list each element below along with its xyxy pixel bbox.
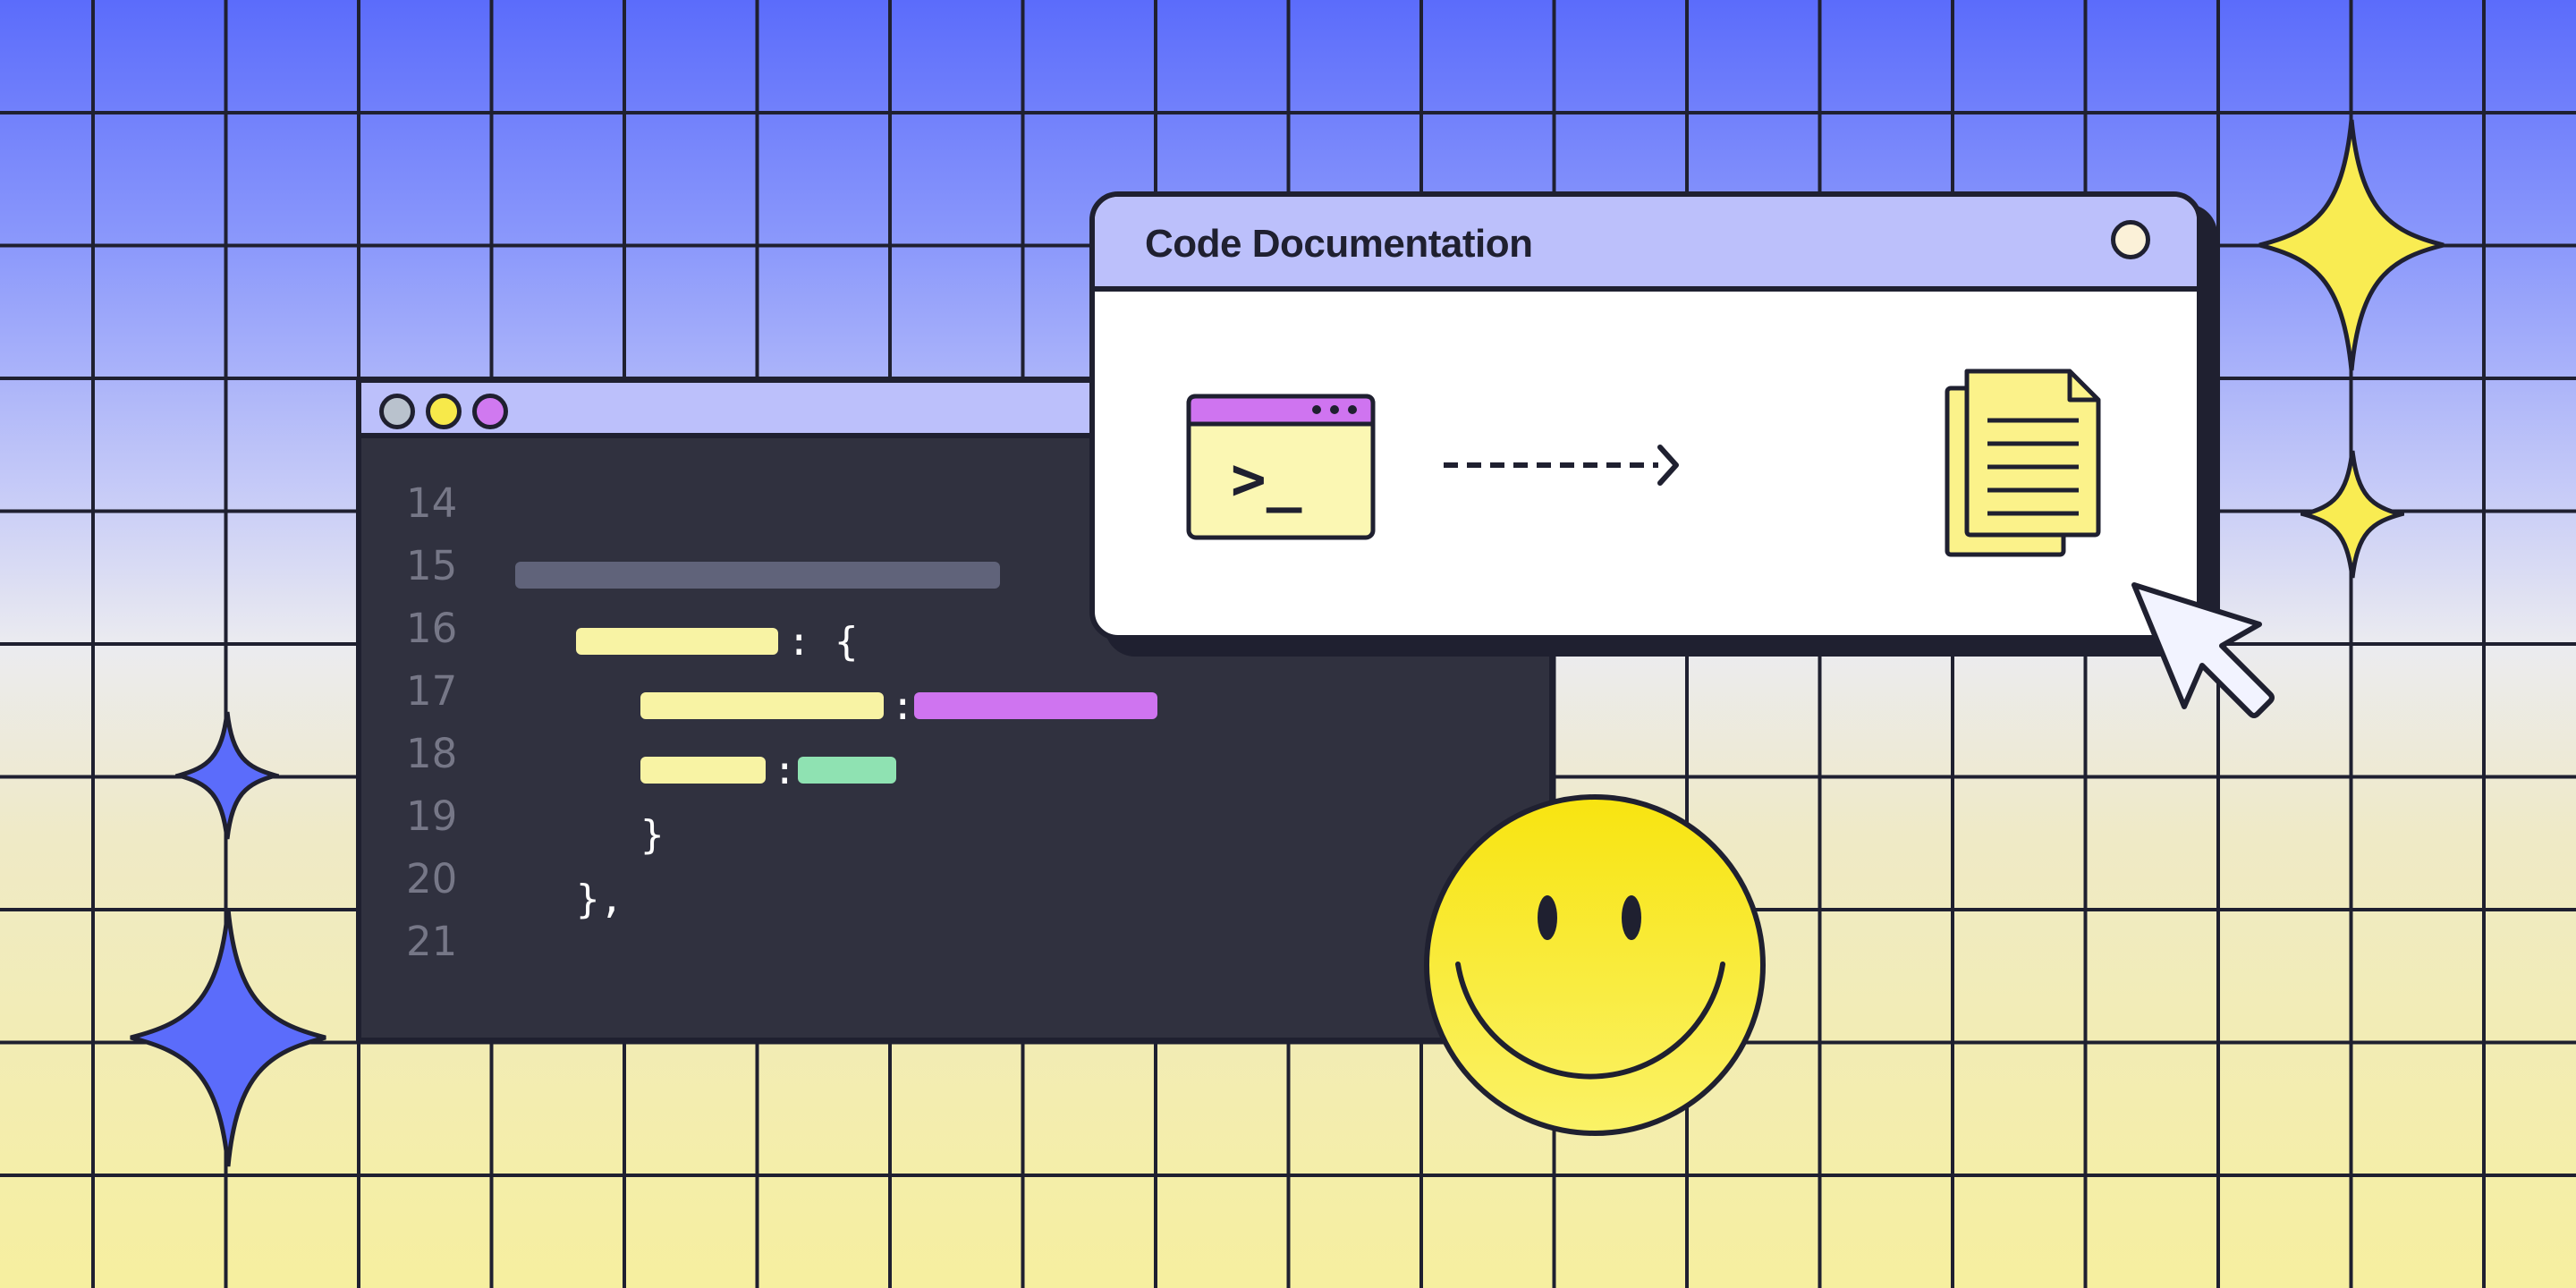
code-comment-bar xyxy=(515,562,1000,589)
code-key-bar xyxy=(640,692,884,719)
code-punctuation: : xyxy=(773,748,797,793)
line-number-gutter: 14 15 16 17 18 19 20 21 xyxy=(406,483,478,984)
line-number: 20 xyxy=(406,855,458,902)
terminal-window-icon: >_ xyxy=(1186,394,1376,540)
close-icon[interactable] xyxy=(2111,220,2150,259)
code-documentation-window: Code Documentation >_ xyxy=(1089,191,2202,640)
line-number: 16 xyxy=(406,605,458,652)
code-key-bar xyxy=(640,757,766,784)
code-string-bar xyxy=(914,692,1157,719)
line-number: 14 xyxy=(406,479,458,527)
code-punctuation: : { xyxy=(787,619,859,665)
terminal-prompt: >_ xyxy=(1231,445,1302,513)
sparkle-icon xyxy=(175,711,279,840)
window-dot-yellow[interactable] xyxy=(426,394,462,429)
doc-window-title-bar: Code Documentation xyxy=(1095,197,2197,292)
code-key-bar xyxy=(576,628,778,655)
smiley-face-icon xyxy=(1424,794,1766,1136)
code-punctuation: }, xyxy=(576,877,623,922)
window-dot-gray[interactable] xyxy=(379,394,415,429)
window-dot-purple[interactable] xyxy=(472,394,508,429)
sparkle-icon xyxy=(2301,450,2404,579)
line-number: 21 xyxy=(406,918,458,965)
mouse-cursor-icon xyxy=(2131,582,2275,718)
line-number: 19 xyxy=(406,792,458,840)
doc-window-title: Code Documentation xyxy=(1145,222,1533,266)
line-number: 17 xyxy=(406,667,458,715)
line-number: 18 xyxy=(406,730,458,777)
documents-icon xyxy=(1945,369,2101,557)
code-punctuation: } xyxy=(640,812,665,858)
sparkle-icon xyxy=(2258,119,2445,371)
line-number: 15 xyxy=(406,542,458,589)
sparkle-icon xyxy=(130,908,326,1167)
code-value-bar xyxy=(798,757,896,784)
code-punctuation: : xyxy=(891,683,915,729)
dashed-arrow-icon xyxy=(1444,445,1679,486)
